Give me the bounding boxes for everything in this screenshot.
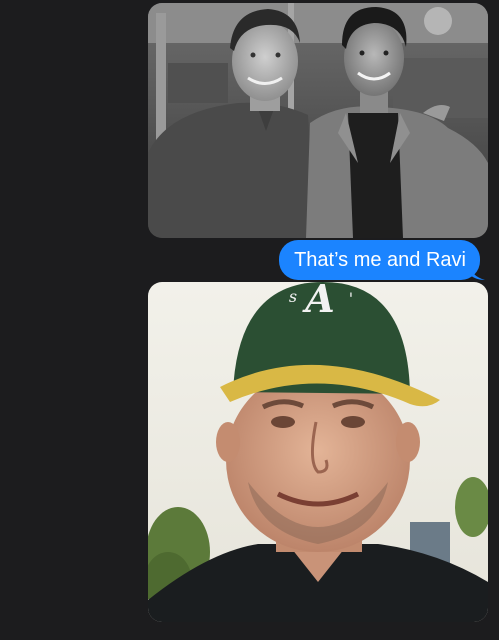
photo-selfie-image: A s ' (148, 282, 488, 622)
photo-two-men-image (148, 3, 488, 238)
photo-message-selfie[interactable]: A s ' (148, 282, 488, 622)
sent-message-text: That’s me and Ravi (294, 249, 466, 271)
sent-message-bubble[interactable]: That’s me and Ravi (279, 240, 485, 280)
svg-text:A: A (302, 282, 334, 321)
bubble-tail-icon (469, 264, 485, 280)
svg-text:': ' (349, 289, 353, 308)
message-thread[interactable]: That’s me and Ravi A s ' (0, 0, 499, 640)
photo-message-two-men[interactable] (148, 3, 488, 238)
sent-message-row: That’s me and Ravi (279, 240, 485, 280)
svg-text:s: s (289, 287, 297, 306)
